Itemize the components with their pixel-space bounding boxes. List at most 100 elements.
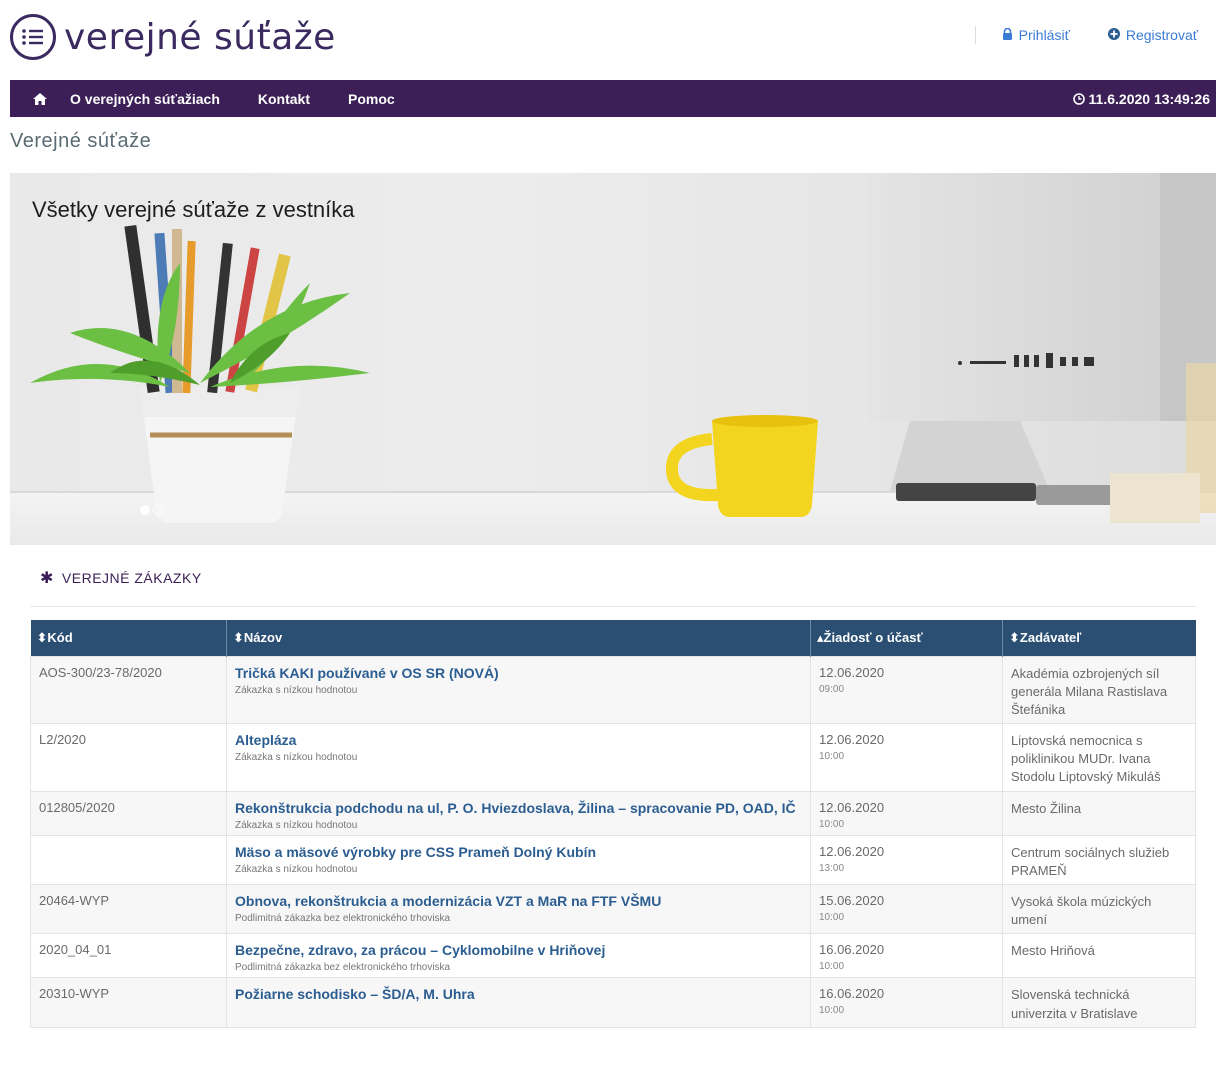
tender-title-link[interactable]: Bezpečne, zdravo, za prácou – Cyklomobil…: [235, 942, 802, 958]
tender-type: Podlimitná zákazka bez elektronického tr…: [235, 913, 451, 924]
cell-nazov: Požiarne schodisko – ŠD/A, M. Uhra: [226, 977, 811, 1028]
nav-item-help[interactable]: Pomoc: [348, 91, 395, 107]
login-link[interactable]: Prihlásiť: [1002, 27, 1070, 43]
deadline-date: 12.06.2020: [819, 664, 885, 680]
section-divider: [30, 606, 1196, 607]
hero-title: Všetky verejné súťaže z vestníka: [32, 197, 355, 222]
register-label: Registrovať: [1125, 27, 1198, 43]
table-row[interactable]: L2/2020 Altepláza Zákazka s nízkou hodnoto…: [30, 723, 1196, 792]
asterisk-icon: ✱: [40, 570, 54, 587]
deadline-time: 10:00: [819, 961, 845, 973]
deadline-date: 15.06.2020: [819, 893, 885, 908]
column-header-kod[interactable]: ⬍Kód: [30, 620, 227, 656]
cell-zadavatel: Slovenská technická univerzita v Bratisl…: [1002, 977, 1196, 1028]
deadline-time: 13:00: [819, 862, 845, 874]
current-datetime: 11.6.2020 13:49:26: [1072, 90, 1210, 107]
cell-ziadost: 12.06.2020 10:00: [810, 790, 1003, 836]
site-header: verejné súťaže Prihlásiť Registrovať: [0, 0, 1216, 80]
deadline-time: 10:00: [819, 751, 845, 763]
tender-title-link[interactable]: Tričká KAKI používané v OS SR (NOVÁ): [235, 665, 802, 681]
cell-kod: L2/2020: [30, 723, 227, 792]
list-icon: [10, 14, 56, 60]
register-link[interactable]: Registrovať: [1107, 27, 1198, 43]
cell-nazov: Bezpečne, zdravo, za prácou – Cyklomobil…: [226, 933, 811, 979]
deadline-date: 12.06.2020: [819, 843, 885, 859]
cell-nazov: Rekonštrukcia podchodu na ul, P. O. Hvie…: [226, 790, 811, 836]
deadline-time: 10:00: [819, 1005, 845, 1017]
table-row[interactable]: 20310-WYP Požiarne schodisko – ŠD/A, M. U…: [30, 977, 1196, 1028]
cell-zadavatel: Vysoká škola múzických umení: [1002, 883, 1196, 935]
cell-nazov: Tričká KAKI používané v OS SR (NOVÁ) Záka…: [226, 655, 811, 725]
tender-type: Zákazka s nízkou hodnotou: [235, 684, 358, 696]
cell-ziadost: 12.06.2020 13:00: [810, 834, 1003, 886]
cell-kod: [30, 834, 227, 886]
deadline-time: 10:00: [819, 912, 845, 923]
deadline-time: 10:00: [819, 818, 845, 830]
column-header-label: Kód: [47, 629, 73, 645]
cell-kod: 20464-WYP: [30, 883, 227, 935]
cell-kod: AOS-300/23-78/2020: [30, 655, 227, 725]
cell-ziadost: 16.06.2020 10:00: [810, 933, 1003, 979]
section-header: ✱ VEREJNÉ ZÁKAZKY: [40, 568, 202, 588]
clock-icon: [1072, 92, 1085, 105]
column-header-ziadost[interactable]: ▴Žiadosť o účasť: [810, 620, 1003, 656]
deadline-date: 16.06.2020: [819, 942, 885, 958]
cell-nazov: Obnova, rekonštrukcia a modernizácia VZT…: [226, 883, 811, 935]
cell-zadavatel: Mesto Žilina: [1002, 790, 1196, 836]
logo-text: verejné súťaže: [64, 16, 336, 58]
table-row[interactable]: AOS-300/23-78/2020 Tričká KAKI používané …: [30, 655, 1196, 725]
lock-icon: [1002, 27, 1013, 43]
cell-zadavatel: Akadémia ozbrojených síl generála Milana…: [1002, 655, 1196, 725]
cell-kod: 2020_04_01: [30, 933, 227, 979]
cell-kod: 012805/2020: [30, 790, 227, 836]
deadline-date: 16.06.2020: [819, 986, 885, 1002]
sort-icon: ⬍: [36, 629, 48, 645]
tender-type: Zákazka s nízkou hodnotou: [235, 863, 358, 875]
cell-ziadost: 15.06.2020 10:00: [810, 883, 1003, 935]
cell-nazov: Mäso a mäsové výrobky pre CSS Prameň Dol…: [226, 834, 811, 886]
table-row[interactable]: Mäso a mäsové výrobky pre CSS Prameň Dol…: [30, 834, 1196, 886]
main-navbar: O verejných súťažiach Kontakt Pomoc 11.6…: [10, 80, 1216, 117]
tender-type: Zákazka s nízkou hodnotou: [235, 819, 358, 831]
cell-zadavatel: Liptovská nemocnica s poliklinikou MUDr.…: [1002, 723, 1196, 792]
table-row[interactable]: 012805/2020 Rekonštrukcia podchodu na ul,…: [30, 790, 1196, 836]
deadline-date: 12.06.2020: [819, 732, 885, 748]
tender-type: Zákazka s nízkou hodnotou: [235, 752, 358, 764]
column-header-nazov[interactable]: ⬍Názov: [226, 620, 811, 656]
hero-image: [10, 173, 1216, 545]
cell-kod: 20310-WYP: [30, 977, 227, 1028]
tender-title-link[interactable]: Požiarne schodisko – ŠD/A, M. Uhra: [235, 986, 802, 1002]
nav-item-contact[interactable]: Kontakt: [258, 91, 310, 107]
hero-carousel: Všetky verejné súťaže z vestníka: [10, 173, 1216, 545]
table-header-row: ⬍Kód ⬍Názov ▴Žiadosť o účasť ⬍Zadávateľ: [30, 620, 1196, 656]
page-title: Verejné súťaže: [10, 130, 152, 152]
carousel-indicators: [140, 505, 163, 515]
deadline-time: 09:00: [819, 683, 845, 695]
sort-icon: ⬍: [233, 629, 244, 645]
site-logo[interactable]: verejné súťaže: [10, 14, 336, 60]
cell-ziadost: 12.06.2020 10:00: [810, 723, 1003, 792]
column-header-zadavatel[interactable]: ⬍Zadávateľ: [1002, 620, 1196, 656]
section-title: VEREJNÉ ZÁKAZKY: [61, 570, 202, 586]
cell-zadavatel: Centrum sociálnych služieb PRAMEŇ: [1002, 834, 1196, 886]
auth-links: Prihlásiť Registrovať: [974, 26, 1198, 44]
column-header-label: Žiadosť o účasť: [823, 629, 923, 645]
column-header-label: Názov: [243, 629, 283, 645]
home-icon[interactable]: [10, 92, 70, 105]
cell-nazov: Altepláza Zákazka s nízkou hodnotou: [226, 723, 811, 792]
cell-ziadost: 12.06.2020 09:00: [810, 655, 1003, 725]
table-row[interactable]: 20464-WYP Obnova, rekonštrukcia a moderni…: [30, 883, 1196, 935]
tender-title-link[interactable]: Mäso a mäsové výrobky pre CSS Prameň Dol…: [235, 844, 802, 860]
carousel-dot-2[interactable]: [153, 505, 163, 515]
carousel-dot-1[interactable]: [140, 505, 150, 515]
nav-item-about[interactable]: O verejných súťažiach: [70, 91, 220, 107]
table-row[interactable]: 2020_04_01 Bezpečne, zdravo, za prácou – …: [30, 933, 1196, 979]
deadline-date: 12.06.2020: [819, 799, 885, 815]
tender-title-link[interactable]: Obnova, rekonštrukcia a modernizácia VZT…: [235, 893, 802, 909]
auth-divider: [974, 26, 976, 44]
datetime-text: 11.6.2020 13:49:26: [1088, 90, 1210, 107]
tender-title-link[interactable]: Rekonštrukcia podchodu na ul, P. O. Hvie…: [235, 800, 802, 816]
plus-circle-icon: [1107, 27, 1120, 43]
tender-title-link[interactable]: Altepláza: [235, 732, 802, 748]
tender-type: Podlimitná zákazka bez elektronického tr…: [235, 962, 451, 974]
